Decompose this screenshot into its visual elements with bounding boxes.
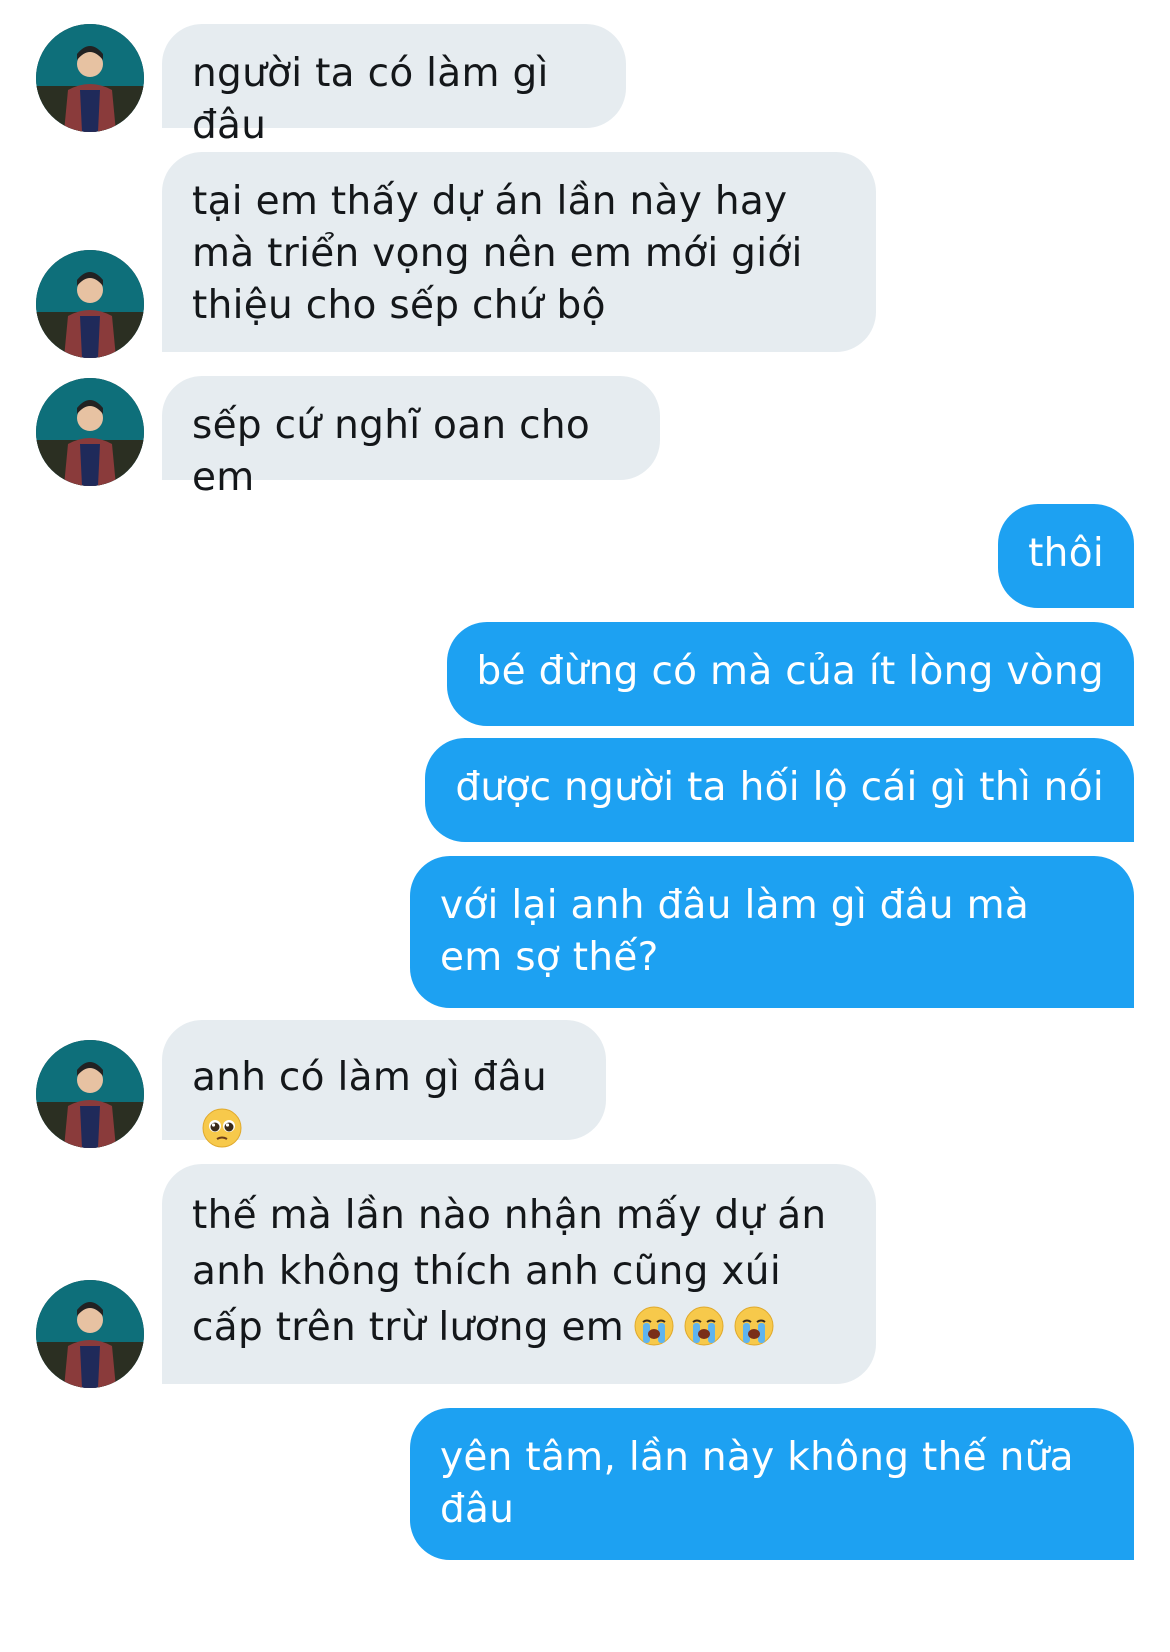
sender-avatar[interactable]: [36, 250, 144, 358]
incoming-message-bubble[interactable]: thế mà lần nào nhận mấy dự án anh không …: [162, 1164, 876, 1384]
incoming-message-bubble[interactable]: tại em thấy dự án lần này hay mà triển v…: [162, 152, 876, 352]
loudly-crying-face-icon: [634, 1306, 674, 1346]
message-text: anh có làm gì đâu: [192, 1055, 548, 1100]
message-text: thôi: [1028, 531, 1104, 576]
pleading-face-icon: [202, 1108, 242, 1148]
message-text: người ta có làm gì đâu: [192, 51, 562, 148]
sender-avatar[interactable]: [36, 1280, 144, 1388]
loudly-crying-face-icon: [734, 1306, 774, 1346]
outgoing-message-bubble[interactable]: yên tâm, lần này không thế nữa đâu: [410, 1408, 1134, 1560]
outgoing-message-bubble[interactable]: với lại anh đâu làm gì đâu mà em sợ thế?: [410, 856, 1134, 1008]
incoming-message-bubble[interactable]: sếp cứ nghĩ oan cho em: [162, 376, 660, 500]
sender-avatar[interactable]: [36, 378, 144, 486]
message-text: yên tâm, lần này không thế nữa đâu: [440, 1435, 1087, 1532]
message-text: bé đừng có mà của ít lòng vòng: [476, 649, 1104, 694]
outgoing-message-bubble[interactable]: được người ta hối lộ cái gì thì nói: [425, 738, 1134, 842]
message-text: với lại anh đâu làm gì đâu mà em sợ thế?: [440, 883, 1042, 980]
loudly-crying-face-icon: [684, 1306, 724, 1346]
message-text: được người ta hối lộ cái gì thì nói: [455, 765, 1104, 810]
incoming-message-bubble[interactable]: anh có làm gì đâu: [162, 1020, 606, 1148]
sender-avatar[interactable]: [36, 24, 144, 132]
incoming-message-bubble[interactable]: người ta có làm gì đâu: [162, 24, 626, 148]
outgoing-message-bubble[interactable]: bé đừng có mà của ít lòng vòng: [446, 622, 1134, 726]
message-text: tại em thấy dự án lần này hay mà triển v…: [192, 179, 816, 328]
message-text: sếp cứ nghĩ oan cho em: [192, 403, 603, 500]
outgoing-message-bubble[interactable]: thôi: [998, 504, 1134, 608]
sender-avatar[interactable]: [36, 1040, 144, 1148]
